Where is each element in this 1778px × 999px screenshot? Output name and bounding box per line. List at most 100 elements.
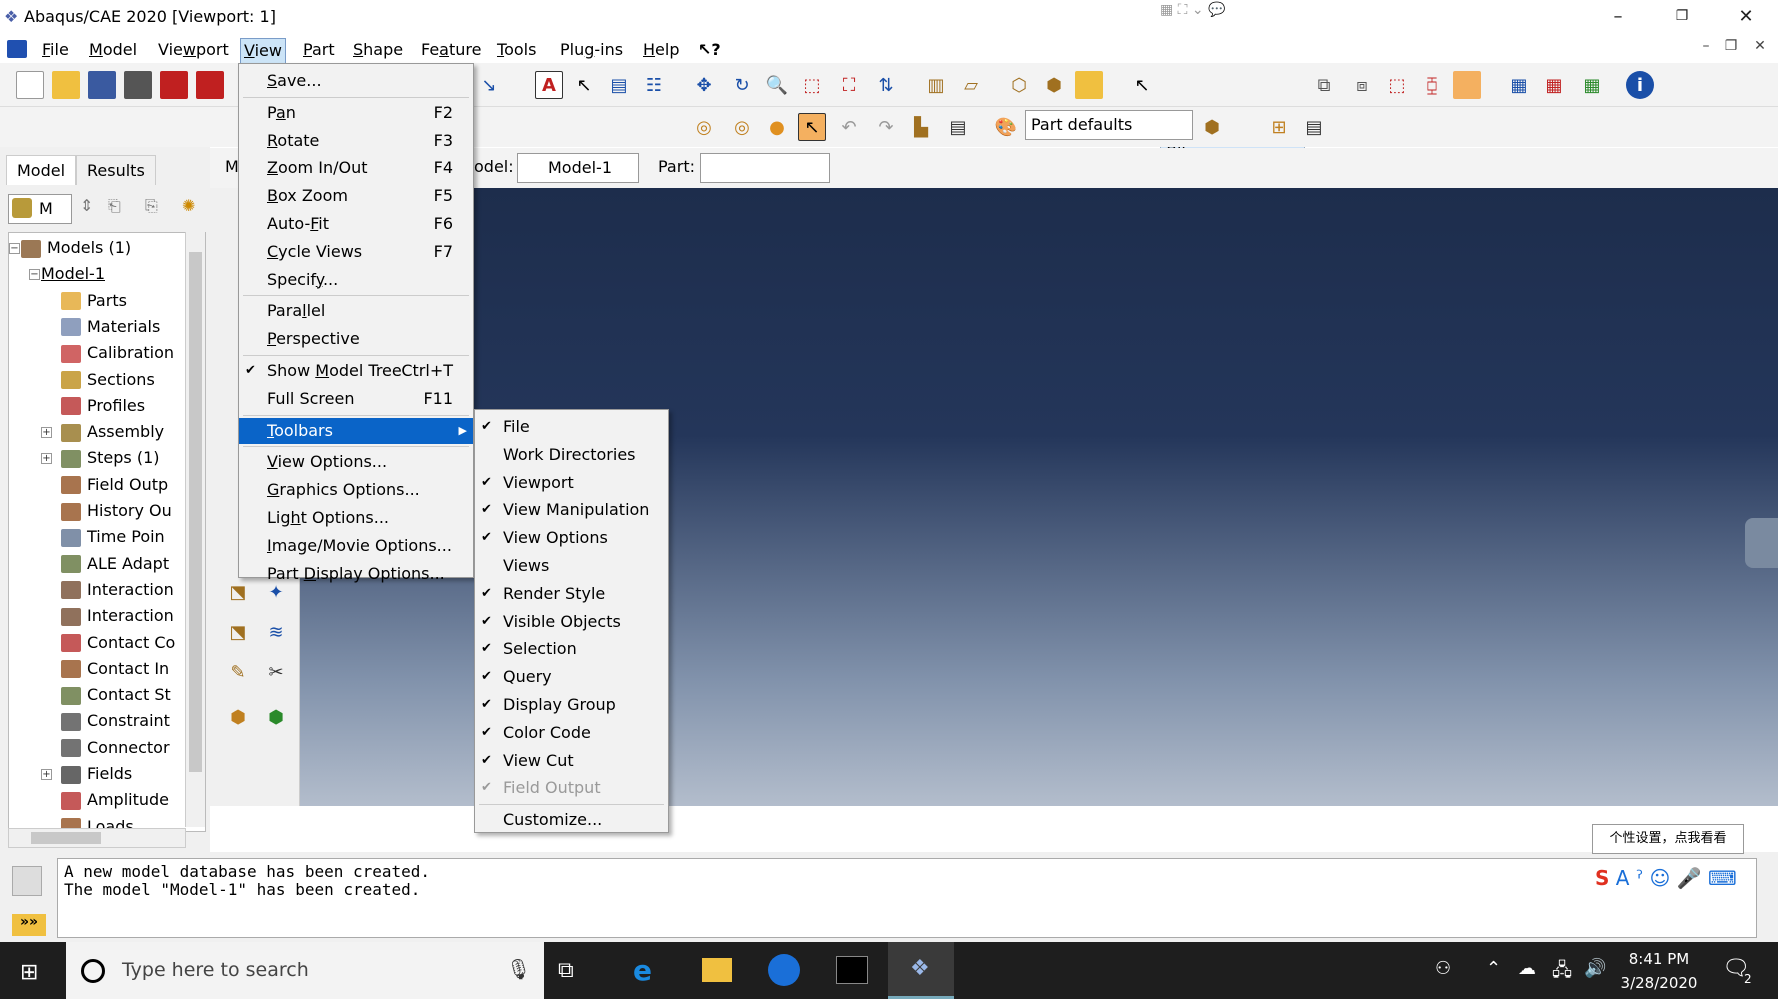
auto-fit-icon[interactable]: ⛶ — [835, 71, 863, 99]
tree-hscroll-thumb[interactable] — [31, 832, 101, 844]
table-icon[interactable]: ▤ — [605, 71, 633, 99]
view-menu-save[interactable]: Save... — [239, 68, 473, 94]
tree-expand-toggle[interactable]: − — [9, 243, 20, 254]
toolbars-menu-file[interactable]: ✔ File — [475, 414, 668, 440]
selection-options-icon[interactable]: ⧉ — [1310, 71, 1338, 99]
toolbars-menu-customize[interactable]: Customize... — [475, 807, 668, 833]
boolean-union-icon[interactable]: ◎ — [690, 113, 718, 141]
toolbars-menu-selection[interactable]: ✔ Selection — [475, 636, 668, 662]
add-icon[interactable]: ⧮ — [1418, 71, 1446, 99]
menu-model[interactable]: Model — [86, 38, 140, 62]
tab-results[interactable]: Results — [76, 155, 156, 185]
onedrive-icon[interactable]: ☁ — [1518, 958, 1536, 979]
people-icon[interactable]: ⚇ — [1435, 958, 1451, 979]
command-prompt-icon[interactable]: »» — [12, 914, 46, 936]
redo-icon[interactable]: ↷ — [872, 113, 900, 141]
open-folder-icon[interactable] — [52, 71, 80, 99]
menu-view[interactable]: View — [240, 38, 286, 64]
toolbars-menu-work-directories[interactable]: Work Directories — [475, 442, 668, 468]
tool-icon-8[interactable]: ⬢ — [262, 703, 290, 731]
report-icon[interactable]: ▤ — [1300, 113, 1328, 141]
layout-icons[interactable]: ▦ ⛶ ⌄ 💬 — [1160, 2, 1260, 22]
wireframe-icon[interactable]: ⬡ — [1005, 71, 1033, 99]
menu-shape[interactable]: Shape — [350, 38, 406, 62]
toolbars-menu-color-code[interactable]: ✔ Color Code — [475, 720, 668, 746]
view-menu-full-screen[interactable]: Full Screen F11 — [239, 386, 473, 412]
windows-start-icon[interactable]: ⊞ — [20, 960, 38, 985]
view-menu-image-movie-options[interactable]: Image/Movie Options... — [239, 533, 473, 559]
tree-node-history-ou[interactable]: History Ou — [61, 500, 172, 522]
toolbars-menu-visible-objects[interactable]: ✔ Visible Objects — [475, 609, 668, 635]
view-menu-box-zoom[interactable]: Box Zoom F5 — [239, 183, 473, 209]
view-menu-graphics-options[interactable]: Graphics Options... — [239, 477, 473, 503]
mdi-close-icon[interactable]: ✕ — [1749, 38, 1771, 58]
tool-icon-7[interactable]: ⬢ — [224, 703, 252, 731]
undo-icon[interactable]: ↶ — [835, 113, 863, 141]
query-icon[interactable]: ⊞ — [1265, 113, 1293, 141]
tab-model[interactable]: Model — [6, 155, 77, 185]
tree-node-ale-adapt[interactable]: ALE Adapt — [61, 553, 169, 575]
microphone-icon[interactable]: 🎙 — [506, 957, 531, 981]
teamviewer-icon[interactable] — [768, 954, 800, 986]
tree-node-connector[interactable]: Connector — [61, 737, 170, 759]
tree-node-interaction[interactable]: Interaction — [61, 579, 174, 601]
message-icon[interactable] — [12, 866, 42, 896]
tree-node-steps-1[interactable]: + Steps (1) — [41, 447, 160, 469]
view-menu-rotate[interactable]: Rotate F3 — [239, 128, 473, 154]
tree-node-profiles[interactable]: Profiles — [61, 395, 145, 417]
tool-icon-3[interactable]: ⬔ — [224, 618, 252, 646]
pick-icon[interactable]: ↖ — [1128, 71, 1156, 99]
task-view-icon[interactable]: ⧉ — [558, 958, 574, 983]
tree-expand-toggle[interactable]: + — [41, 453, 52, 465]
model-select[interactable]: Model-1 — [517, 153, 639, 183]
render-defaults-select[interactable]: Part defaults — [1025, 110, 1193, 140]
zoom-icon[interactable]: 🔍 — [763, 71, 791, 99]
tray-overflow-icon[interactable]: ⌃ — [1486, 958, 1501, 979]
view-cut-options-icon[interactable]: ▦ — [1540, 71, 1568, 99]
toolbars-menu-views[interactable]: Views — [475, 553, 668, 579]
view-menu-cycle-views[interactable]: Cycle Views F7 — [239, 239, 473, 265]
tree-vscroll-thumb[interactable] — [189, 252, 202, 772]
tree-up-icon[interactable]: ⎗ — [108, 196, 121, 216]
view-menu-specify[interactable]: Specify... — [239, 267, 473, 293]
restore-button[interactable]: ❐ — [1659, 0, 1705, 33]
tree-node-contact-co[interactable]: Contact Co — [61, 632, 175, 654]
tree-node-assembly[interactable]: + Assembly — [41, 421, 164, 443]
lightbulb-icon[interactable]: ✺ — [182, 196, 195, 215]
close-button[interactable]: ✕ — [1723, 0, 1769, 33]
minimize-button[interactable]: – — [1595, 0, 1641, 33]
tree-expand-toggle[interactable]: + — [41, 427, 52, 439]
toolbars-menu-view-manipulation[interactable]: ✔ View Manipulation — [475, 497, 668, 523]
menu-plugins[interactable]: Plug-ins — [557, 38, 626, 62]
text-annotation-icon[interactable]: A — [535, 71, 563, 99]
edge-icon[interactable]: e — [633, 954, 652, 987]
menu-help[interactable]: Help — [640, 38, 682, 62]
document-icon[interactable] — [7, 40, 27, 58]
perspective-icon[interactable]: ⏥ — [957, 71, 985, 99]
tree-node-fields[interactable]: + Fields — [41, 763, 132, 785]
menu-tools[interactable]: Tools — [494, 38, 539, 62]
tree-node-amplitude[interactable]: Amplitude — [61, 789, 169, 811]
abaqus-taskbar-icon[interactable]: ❖ — [888, 942, 954, 999]
teamviewer-handle-icon[interactable] — [1745, 518, 1778, 568]
tree-node-materials[interactable]: Materials — [61, 316, 160, 338]
shaded-icon[interactable] — [1075, 71, 1103, 99]
hidden-line-icon[interactable]: ⬢ — [1040, 71, 1068, 99]
info-icon[interactable]: i — [1626, 71, 1654, 99]
table2-icon[interactable]: ▤ — [944, 113, 972, 141]
context-help-icon[interactable]: ↖? — [695, 38, 724, 62]
cortana-icon[interactable] — [81, 959, 105, 983]
toolbars-menu-render-style[interactable]: ✔ Render Style — [475, 581, 668, 607]
color-palette-icon[interactable]: 🎨 — [992, 113, 1020, 141]
menu-viewport[interactable]: Viewport — [155, 38, 232, 62]
box-zoom-icon[interactable]: ⬚ — [798, 71, 826, 99]
view-menu-auto-fit[interactable]: Auto-Fit F6 — [239, 211, 473, 237]
taskbar-search[interactable]: Type here to search 🎙 — [66, 942, 544, 999]
tree-arrows-icon[interactable]: ⇕ — [80, 196, 93, 215]
view-menu-view-options[interactable]: View Options... — [239, 449, 473, 475]
view-menu-show-model-tree[interactable]: ✔ Show Model Tree Ctrl+T — [239, 358, 473, 384]
part-select[interactable] — [700, 153, 830, 183]
bars-icon[interactable]: ▙ — [907, 113, 935, 141]
tree-expand-toggle[interactable]: − — [29, 269, 40, 281]
clock-date[interactable]: 3/28/2020 — [1614, 974, 1704, 992]
